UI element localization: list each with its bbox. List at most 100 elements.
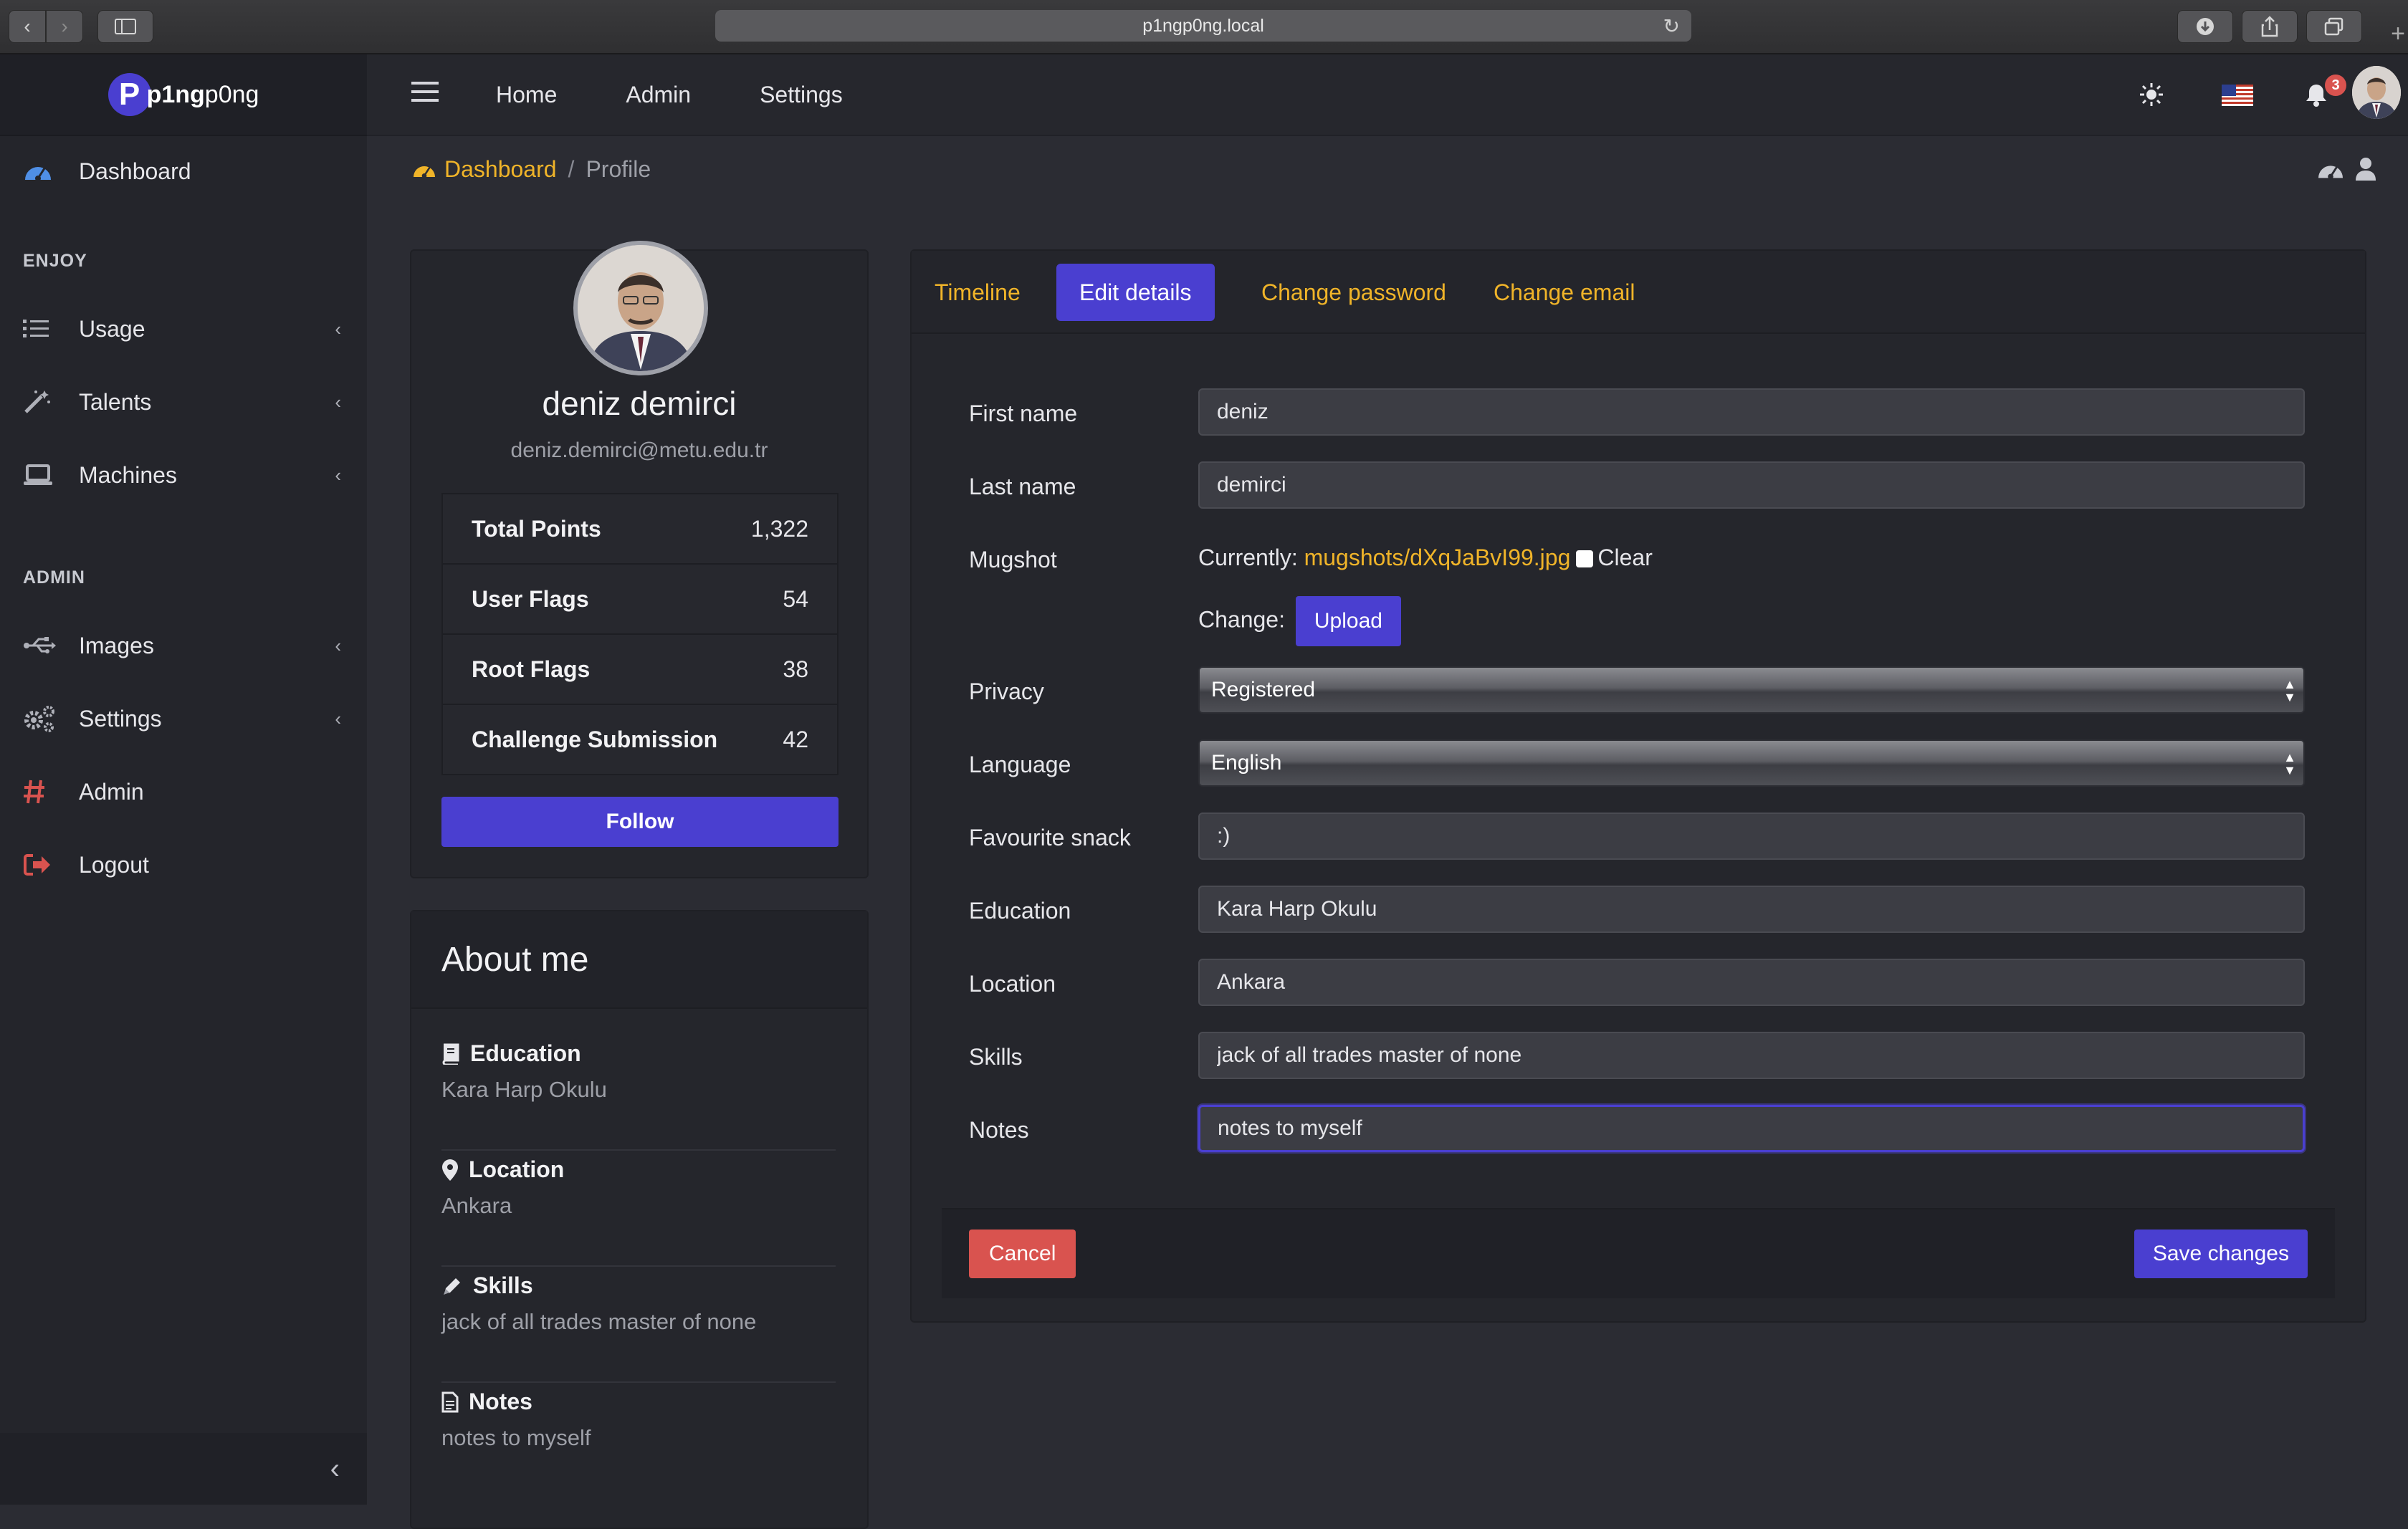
sidebar-item-machines[interactable]: Machines ‹ [0,443,367,507]
nav-link-admin[interactable]: Admin [626,82,691,108]
tab-change-email[interactable]: Change email [1471,264,1658,321]
first-name-label: First name [969,400,1078,426]
new-tab-icon[interactable]: + [2391,20,2405,48]
brand[interactable]: P p1ngp0ng [0,54,367,136]
chevron-right-icon: › [61,15,68,37]
sidebar-item-admin[interactable]: Admin [0,759,367,824]
chevron-left-icon: ‹ [335,317,341,340]
sidebar-item-talents[interactable]: Talents ‹ [0,370,367,434]
forward-button[interactable]: › [46,10,83,43]
sidebar-item-usage[interactable]: Usage ‹ [0,297,367,361]
address-bar[interactable]: p1ngp0ng.local ↻ [715,10,1691,42]
hashtag-icon [23,779,57,805]
breadcrumb-separator: / [568,156,575,182]
list-icon [23,318,57,340]
sidebar-section-admin: ADMIN [23,567,85,588]
breadcrumb-current: Profile [586,156,651,182]
user-icon[interactable] [2355,156,2376,186]
skills-input[interactable] [1198,1032,2305,1079]
follow-button[interactable]: Follow [441,797,838,847]
pencil-icon [444,1278,460,1295]
first-name-row: First name [969,388,2308,438]
privacy-select[interactable]: Registered ▲ ▼ [1198,666,2305,714]
sidebar-collapse-button[interactable]: ‹ [0,1433,367,1505]
mugshot-row: Mugshot Currently: mugshots/dXqJaBvI99.j… [969,535,2308,663]
upload-button[interactable]: Upload [1295,596,1401,646]
favourite-snack-input[interactable] [1198,813,2305,860]
profile-tabs: Timeline Edit details Change password Ch… [912,251,2365,334]
sidebar-item-dashboard[interactable]: Dashboard [0,139,367,203]
nav-link-settings[interactable]: Settings [760,82,843,108]
book-icon [442,1043,459,1065]
about-location-label: Location [469,1156,565,1182]
notes-label: Notes [969,1116,1029,1143]
stat-row: User Flags 54 [443,565,837,635]
snack-label: Favourite snack [969,824,1131,850]
sidebar-item-label: Dashboard [79,158,191,184]
about-skills-label: Skills [473,1272,533,1298]
last-name-row: Last name [969,461,2308,512]
sidebar-item-images[interactable]: Images ‹ [0,613,367,678]
tab-change-password[interactable]: Change password [1238,264,1469,321]
last-name-label: Last name [969,473,1076,499]
profile-card: deniz demirci deniz.demirci@metu.edu.tr … [410,241,869,878]
language-select[interactable]: English ▲ ▼ [1198,739,2305,787]
notification-badge: 3 [2325,75,2346,96]
us-flag-icon[interactable] [2222,85,2253,110]
sidebar: P p1ngp0ng Dashboard ENJOY Usage ‹ Talen… [0,54,367,1505]
about-notes: Notes notes to myself [441,1389,836,1451]
tab-timeline[interactable]: Timeline [912,264,1043,321]
last-name-input[interactable] [1198,461,2305,509]
chevron-left-icon: ‹ [24,15,31,37]
form-footer: Cancel Save changes [942,1208,2335,1298]
notes-input[interactable] [1198,1105,2305,1152]
nav-link-home[interactable]: Home [496,82,557,108]
mugshot-file-link[interactable]: mugshots/dXqJaBvI99.jpg [1304,545,1571,570]
notification-bell-icon[interactable]: 3 [2305,75,2346,111]
hamburger-menu-icon[interactable] [411,80,439,107]
edit-profile-card: Timeline Edit details Change password Ch… [910,249,2366,1323]
language-row: Language English ▲ ▼ [969,739,2308,790]
back-button[interactable]: ‹ [9,10,46,43]
sidebar-item-logout[interactable]: Logout [0,833,367,897]
user-avatar[interactable] [2352,66,2401,119]
clear-checkbox[interactable] [1576,550,1594,567]
location-row: Location [969,959,2308,1009]
profile-avatar [573,241,708,375]
sun-icon[interactable] [2139,82,2164,111]
reload-icon[interactable]: ↻ [1663,14,1680,38]
cancel-button[interactable]: Cancel [969,1230,1076,1278]
dashboard-icon[interactable] [2316,158,2345,186]
downloads-button[interactable] [2177,10,2233,43]
save-changes-button[interactable]: Save changes [2134,1230,2308,1278]
stat-value: 1,322 [750,515,808,542]
sidebar-item-label: Usage [79,315,145,342]
share-button[interactable] [2242,10,2298,43]
chevron-left-icon: ‹ [335,707,341,729]
brand-name: p1ngp0ng [146,80,259,108]
location-input[interactable] [1198,959,2305,1006]
about-notes-label: Notes [469,1389,532,1414]
sidebar-item-settings[interactable]: Settings ‹ [0,686,367,751]
breadcrumb-dashboard-link[interactable]: Dashboard [444,156,557,183]
about-notes-value: notes to myself [441,1425,591,1450]
file-text-icon [441,1391,459,1412]
mugshot-label: Mugshot [969,546,1057,572]
brand-logo: P [108,73,151,116]
stat-value: 38 [783,656,808,682]
map-marker-icon [442,1159,458,1181]
profile-email: deniz.demirci@metu.edu.tr [510,438,768,462]
education-input[interactable] [1198,886,2305,933]
sidebar-toggle-button[interactable] [97,10,153,43]
sidebar-item-label: Logout [79,851,149,878]
privacy-selected-value: Registered [1211,678,1316,701]
first-name-input[interactable] [1198,388,2305,436]
usb-icon [23,635,57,656]
divider [441,1149,836,1151]
mugshot-currently-label: Currently: [1198,545,1298,570]
tabs-overview-button[interactable] [2306,10,2362,43]
sidebar-item-label: Admin [79,778,144,805]
tab-edit-details[interactable]: Edit details [1056,264,1215,321]
notes-row: Notes [969,1105,2308,1155]
profile-stats-list: Total Points 1,322 User Flags 54 Root Fl… [441,493,838,775]
